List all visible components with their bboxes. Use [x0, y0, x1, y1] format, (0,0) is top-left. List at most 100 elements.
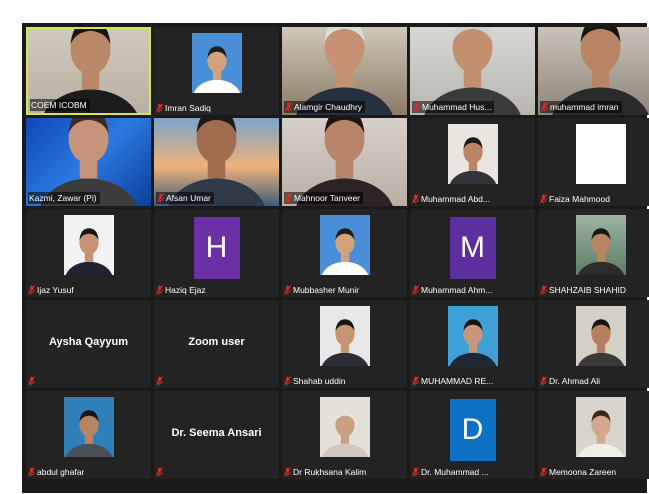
participant-tile[interactable]: Imran Sadiq — [154, 27, 279, 115]
participant-name: Dr Rukhsana Kalim — [293, 467, 367, 477]
muted-mic-icon — [412, 285, 419, 295]
participant-name: Dr. Muhammad ... — [421, 467, 489, 477]
muted-mic-icon — [284, 285, 291, 295]
muted-mic-icon — [28, 467, 35, 477]
participant-name-label: Alamgir Chaudhry — [284, 101, 366, 113]
participant-name: Ijaz Yusuf — [37, 285, 74, 295]
participant-display-name: Aysha Qayyum — [48, 336, 129, 348]
participant-photo — [575, 397, 626, 457]
participant-name: Afsan Umar — [166, 193, 211, 203]
muted-mic-icon — [540, 467, 547, 477]
participant-photo — [319, 215, 370, 275]
participant-tile[interactable]: Mahnoor Tanveer — [282, 118, 407, 206]
participant-tile[interactable]: muhammad imran — [538, 27, 649, 115]
participant-tile[interactable]: Muhammad Abd... — [410, 118, 535, 206]
participant-name-label: SHAHZAIB SHAHID — [540, 285, 626, 295]
participant-name: Dr. Ahmad Ali — [549, 376, 601, 386]
participant-name: muhammad imran — [550, 102, 619, 112]
participant-name-label: Mubbasher Munir — [284, 285, 359, 295]
participant-tile[interactable]: M Muhammad Ahm... — [410, 209, 535, 297]
participant-name: MUHAMMAD RE... — [421, 376, 494, 386]
participant-tile[interactable]: Ijaz Yusuf — [26, 209, 151, 297]
muted-mic-icon — [156, 285, 163, 295]
participant-name-label: Mahnoor Tanveer — [284, 192, 363, 204]
participant-name-label: Faiza Mahmood — [540, 194, 610, 204]
muted-mic-icon — [157, 193, 164, 203]
participant-display-name: Dr. Seema Ansari — [171, 427, 262, 439]
muted-mic-icon — [285, 102, 292, 112]
muted-mic-icon — [413, 102, 420, 112]
participant-grid: COEM ICOBM Imran Sadiq Alamgir Chaudhry — [26, 27, 649, 479]
participant-photo — [319, 397, 370, 457]
participant-tile[interactable]: Dr. Seema Ansari — [154, 391, 279, 479]
participant-tile[interactable]: H Haziq Ejaz — [154, 209, 279, 297]
participant-name-label: Haziq Ejaz — [156, 285, 206, 295]
muted-mic-icon — [540, 194, 547, 204]
participant-tile[interactable]: Faiza Mahmood — [538, 118, 649, 206]
participant-name-label: abdul ghafar — [28, 467, 84, 477]
muted-mic-icon — [28, 285, 35, 295]
participant-tile[interactable]: Dr. Ahmad Ali — [538, 300, 649, 388]
participant-name: Shahab uddin — [293, 376, 346, 386]
participant-name-label: Imran Sadiq — [156, 103, 211, 113]
muted-mic-icon — [156, 467, 163, 477]
muted-mic-icon — [284, 376, 291, 386]
participant-tile[interactable]: Muhammad Hus... — [410, 27, 535, 115]
participant-tile[interactable]: Afsan Umar — [154, 118, 279, 206]
participant-name-label: Muhammad Hus... — [412, 101, 495, 113]
muted-mic-icon — [284, 467, 291, 477]
participant-name: Memoona Zareen — [549, 467, 617, 477]
participant-tile[interactable]: Dr Rukhsana Kalim — [282, 391, 407, 479]
participant-name-label — [156, 376, 163, 386]
participant-tile[interactable]: Memoona Zareen — [538, 391, 649, 479]
participant-name-label: Dr Rukhsana Kalim — [284, 467, 366, 477]
participant-tile[interactable]: COEM ICOBM — [26, 27, 151, 115]
participant-name-label: Afsan Umar — [156, 192, 214, 204]
participant-photo — [575, 124, 626, 184]
muted-mic-icon — [412, 194, 419, 204]
participant-name-label: Dr. Ahmad Ali — [540, 376, 600, 386]
participant-tile[interactable]: Mubbasher Munir — [282, 209, 407, 297]
participant-tile[interactable]: Aysha Qayyum — [26, 300, 151, 388]
muted-mic-icon — [412, 467, 419, 477]
participant-name: Mahnoor Tanveer — [294, 193, 360, 203]
participant-name: Haziq Ejaz — [165, 285, 206, 295]
participant-photo — [63, 215, 114, 275]
participant-name-label: Ijaz Yusuf — [28, 285, 74, 295]
participant-name-label: COEM ICOBM — [30, 99, 90, 111]
muted-mic-icon — [540, 285, 547, 295]
participant-initial-avatar: D — [449, 399, 496, 461]
participant-tile[interactable]: abdul ghafar — [26, 391, 151, 479]
participant-display-name: Zoom user — [188, 336, 245, 348]
participant-tile[interactable]: SHAHZAIB SHAHID — [538, 209, 649, 297]
participant-name-label: Memoona Zareen — [540, 467, 616, 477]
participant-name: Alamgir Chaudhry — [294, 102, 363, 112]
muted-mic-icon — [156, 103, 163, 113]
participant-name: Muhammad Abd... — [421, 194, 490, 204]
participant-name: COEM ICOBM — [31, 100, 87, 110]
participant-name-label — [156, 467, 163, 477]
participant-name: Imran Sadiq — [165, 103, 211, 113]
participant-name-label: Muhammad Abd... — [412, 194, 490, 204]
participant-initial-avatar: H — [193, 217, 240, 279]
muted-mic-icon — [540, 376, 547, 386]
participant-tile[interactable]: Zoom user — [154, 300, 279, 388]
participant-name: SHAHZAIB SHAHID — [549, 285, 626, 295]
muted-mic-icon — [541, 102, 548, 112]
participant-tile[interactable]: Shahab uddin — [282, 300, 407, 388]
participant-tile[interactable]: D Dr. Muhammad ... — [410, 391, 535, 479]
participant-tile[interactable]: Alamgir Chaudhry — [282, 27, 407, 115]
participant-tile[interactable]: MUHAMMAD RE... — [410, 300, 535, 388]
participant-photo — [575, 215, 626, 275]
participant-initial-avatar: M — [449, 217, 496, 279]
participant-photo — [319, 306, 370, 366]
muted-mic-icon — [285, 193, 292, 203]
participant-tile[interactable]: Kazmi, Zawar (Pi) — [26, 118, 151, 206]
participant-name-label: muhammad imran — [540, 101, 622, 113]
muted-mic-icon — [156, 376, 163, 386]
participant-photo — [447, 124, 498, 184]
participant-name: Muhammad Ahm... — [421, 285, 493, 295]
participant-name-label: Dr. Muhammad ... — [412, 467, 489, 477]
participant-name: Kazmi, Zawar (Pi) — [29, 193, 97, 203]
participant-name-label — [28, 376, 35, 386]
